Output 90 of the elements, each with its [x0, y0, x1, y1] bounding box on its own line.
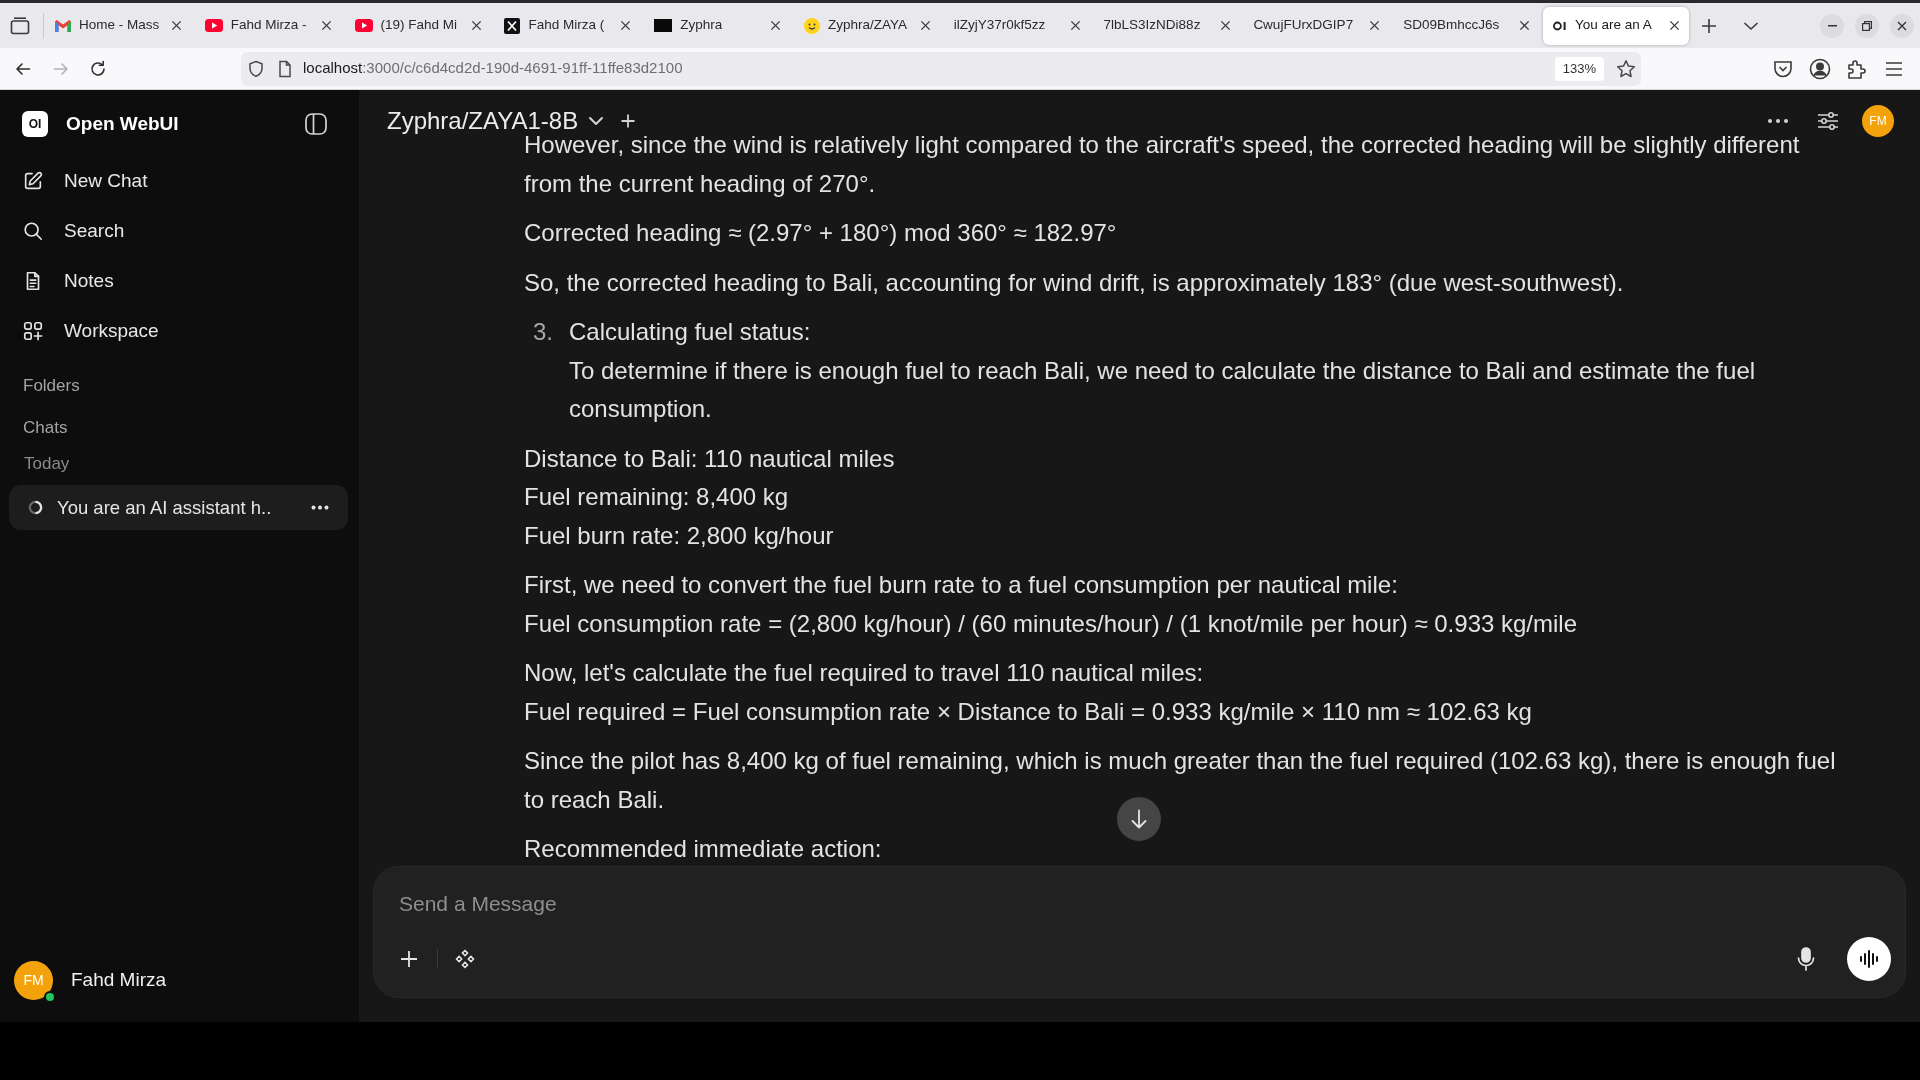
close-icon[interactable] [1519, 20, 1531, 31]
browser-tab[interactable]: Fahd Mirza ( [494, 6, 641, 45]
account-icon[interactable] [1809, 57, 1831, 80]
text-line: Now, let's calculate the fuel required to travel 110 nautical miles: [524, 659, 1204, 686]
arrow-down-icon [1130, 809, 1148, 829]
text-line: Fuel consumption rate = (2,800 kg/hour) / (60 minutes/hour) / (1 knot/mile per hour) ≈ 0.933 kg/mile [524, 609, 1577, 637]
ring-bar-icon [1552, 20, 1567, 31]
paragraph-text: Corrected heading ≈ (2.97° + 180°) mod 360° ≈ 182.97° [524, 219, 1117, 246]
browser-tab[interactable]: 7lbLS3IzNDi88z [1093, 6, 1240, 45]
app-logo[interactable]: OI [22, 111, 48, 137]
text-line: Fuel burn rate: 2,800 kg/hour [524, 521, 834, 549]
microphone-icon[interactable] [1797, 947, 1815, 971]
puzzle-icon[interactable] [1846, 57, 1868, 80]
chat-item[interactable]: You are an AI assistant h.. [9, 485, 348, 530]
browser-tab[interactable]: You are an A [1542, 6, 1689, 45]
voice-button[interactable] [1847, 937, 1891, 981]
user-name[interactable]: Fahd Mirza [71, 966, 167, 995]
tab-list-icon[interactable] [10, 16, 30, 35]
paragraph-text: Recommended immediate action: [524, 835, 882, 862]
mail-icon [55, 19, 71, 32]
plus-icon[interactable] [1700, 17, 1717, 34]
list-number: 3. [533, 318, 553, 345]
text-line: Fuel required = Fuel consumption rate × Distance to Bali = 0.933 kg/mile × 110 nm ≈ 102.63 kg [524, 697, 1532, 725]
browser-tab[interactable]: Zyphra [644, 6, 791, 45]
more-icon[interactable] [1767, 118, 1789, 124]
scroll-down-button[interactable] [1117, 797, 1161, 841]
close-icon[interactable] [171, 20, 182, 31]
close-icon[interactable] [770, 20, 782, 31]
browser-tab[interactable]: ilZyjY37r0kf5zz [943, 6, 1090, 45]
minimize-button[interactable] [1820, 13, 1844, 38]
shield-icon[interactable] [247, 59, 265, 78]
chevron-down-icon [588, 116, 605, 126]
diamond-dots-icon[interactable] [455, 949, 475, 969]
sidebar-item[interactable]: Search [12, 210, 347, 252]
list-item-text: To determine if there is enough fuel to reach Bali, we need to calculate the distance to Bali and estimate the fuel consumption. [569, 356, 1756, 422]
reload-icon[interactable] [89, 59, 107, 78]
browser-tab[interactable]: Zyphra/ZAYA [794, 6, 940, 45]
zoom-level[interactable]: 133% [1554, 56, 1604, 81]
app-name: Open WebUI [66, 111, 179, 136]
url-text: localhost:3000/c/c6d4cd2d-190d-4691-91ff-11ffe83d2100 [303, 58, 683, 79]
section-label[interactable]: Chats [23, 416, 68, 440]
paragraph-text: Since the pilot has 8,400 kg of fuel remaining, which is much greater than the fuel required (102.63 kg), there is enough fuel to reach Bali. [524, 747, 1836, 813]
rectangle-icon [654, 19, 673, 32]
x-mark-icon [504, 17, 521, 34]
close-icon[interactable] [470, 20, 482, 31]
browser-tab[interactable]: (19) Fahd Mi [344, 6, 491, 45]
restore-icon [1862, 20, 1872, 31]
search-icon [22, 220, 44, 242]
smiley-icon [804, 17, 820, 34]
play-button-icon [204, 19, 223, 32]
minimize-icon [1827, 24, 1837, 27]
browser-tab[interactable]: Home - Mass [45, 6, 191, 45]
close-icon[interactable] [1369, 20, 1381, 31]
browser-tab[interactable]: Fahd Mirza - [194, 6, 341, 45]
group-label: Today [24, 453, 70, 475]
close-icon[interactable] [920, 20, 931, 31]
message-input[interactable]: Send a Message [399, 890, 1880, 918]
close-icon[interactable] [1219, 20, 1231, 31]
close-icon[interactable] [320, 20, 332, 31]
chevron-down-icon[interactable] [1742, 20, 1759, 31]
star-icon[interactable] [1616, 58, 1636, 79]
model-selector[interactable]: Zyphra/ZAYA1-8B [387, 110, 605, 132]
sidebar-item[interactable]: Workspace [12, 310, 347, 352]
paragraph-text: However, since the wind is relatively light compared to the aircraft's speed, the corrected heading will be slightly different from the current heading of 270°. [524, 131, 1800, 197]
list-item-title: Calculating fuel status: [569, 318, 811, 345]
grid-plus-icon [22, 320, 44, 342]
text-line: Fuel remaining: 8,400 kg [524, 483, 789, 510]
close-icon [1897, 20, 1907, 31]
browser-tab[interactable]: SD09BmhccJ6s [1393, 6, 1540, 45]
sidebar-item[interactable]: Notes [12, 260, 347, 302]
edit-icon [22, 170, 44, 192]
more-icon[interactable] [311, 505, 329, 510]
close-icon[interactable] [1069, 20, 1081, 31]
restore-button[interactable] [1855, 13, 1879, 38]
section-label[interactable]: Folders [23, 374, 80, 398]
close-icon[interactable] [620, 20, 632, 31]
spinner-icon [28, 500, 43, 515]
play-button-icon [354, 19, 373, 32]
text-line: First, we need to convert the fuel burn rate to a fuel consumption per nautical mile: [524, 571, 1398, 598]
close-icon[interactable] [1668, 20, 1680, 31]
close-button[interactable] [1890, 13, 1914, 38]
paragraph-text: So, the corrected heading to Bali, accounting for wind drift, is approximately 183° (due west-southwest). [524, 268, 1624, 296]
sidebar-toggle-icon[interactable] [304, 112, 328, 136]
page-icon[interactable] [276, 59, 294, 78]
text-line: Distance to Bali: 110 nautical miles [524, 444, 895, 472]
sliders-icon[interactable] [1817, 111, 1839, 131]
address-bar[interactable]: localhost:3000/c/c6d4cd2d-190d-4691-91ff-11ffe83d2100 133% [241, 51, 1641, 86]
browser-tab[interactable]: CwujFUrxDGIP7 [1243, 6, 1390, 45]
waveform-icon [1859, 950, 1879, 968]
sidebar-item[interactable]: New Chat [12, 160, 347, 202]
